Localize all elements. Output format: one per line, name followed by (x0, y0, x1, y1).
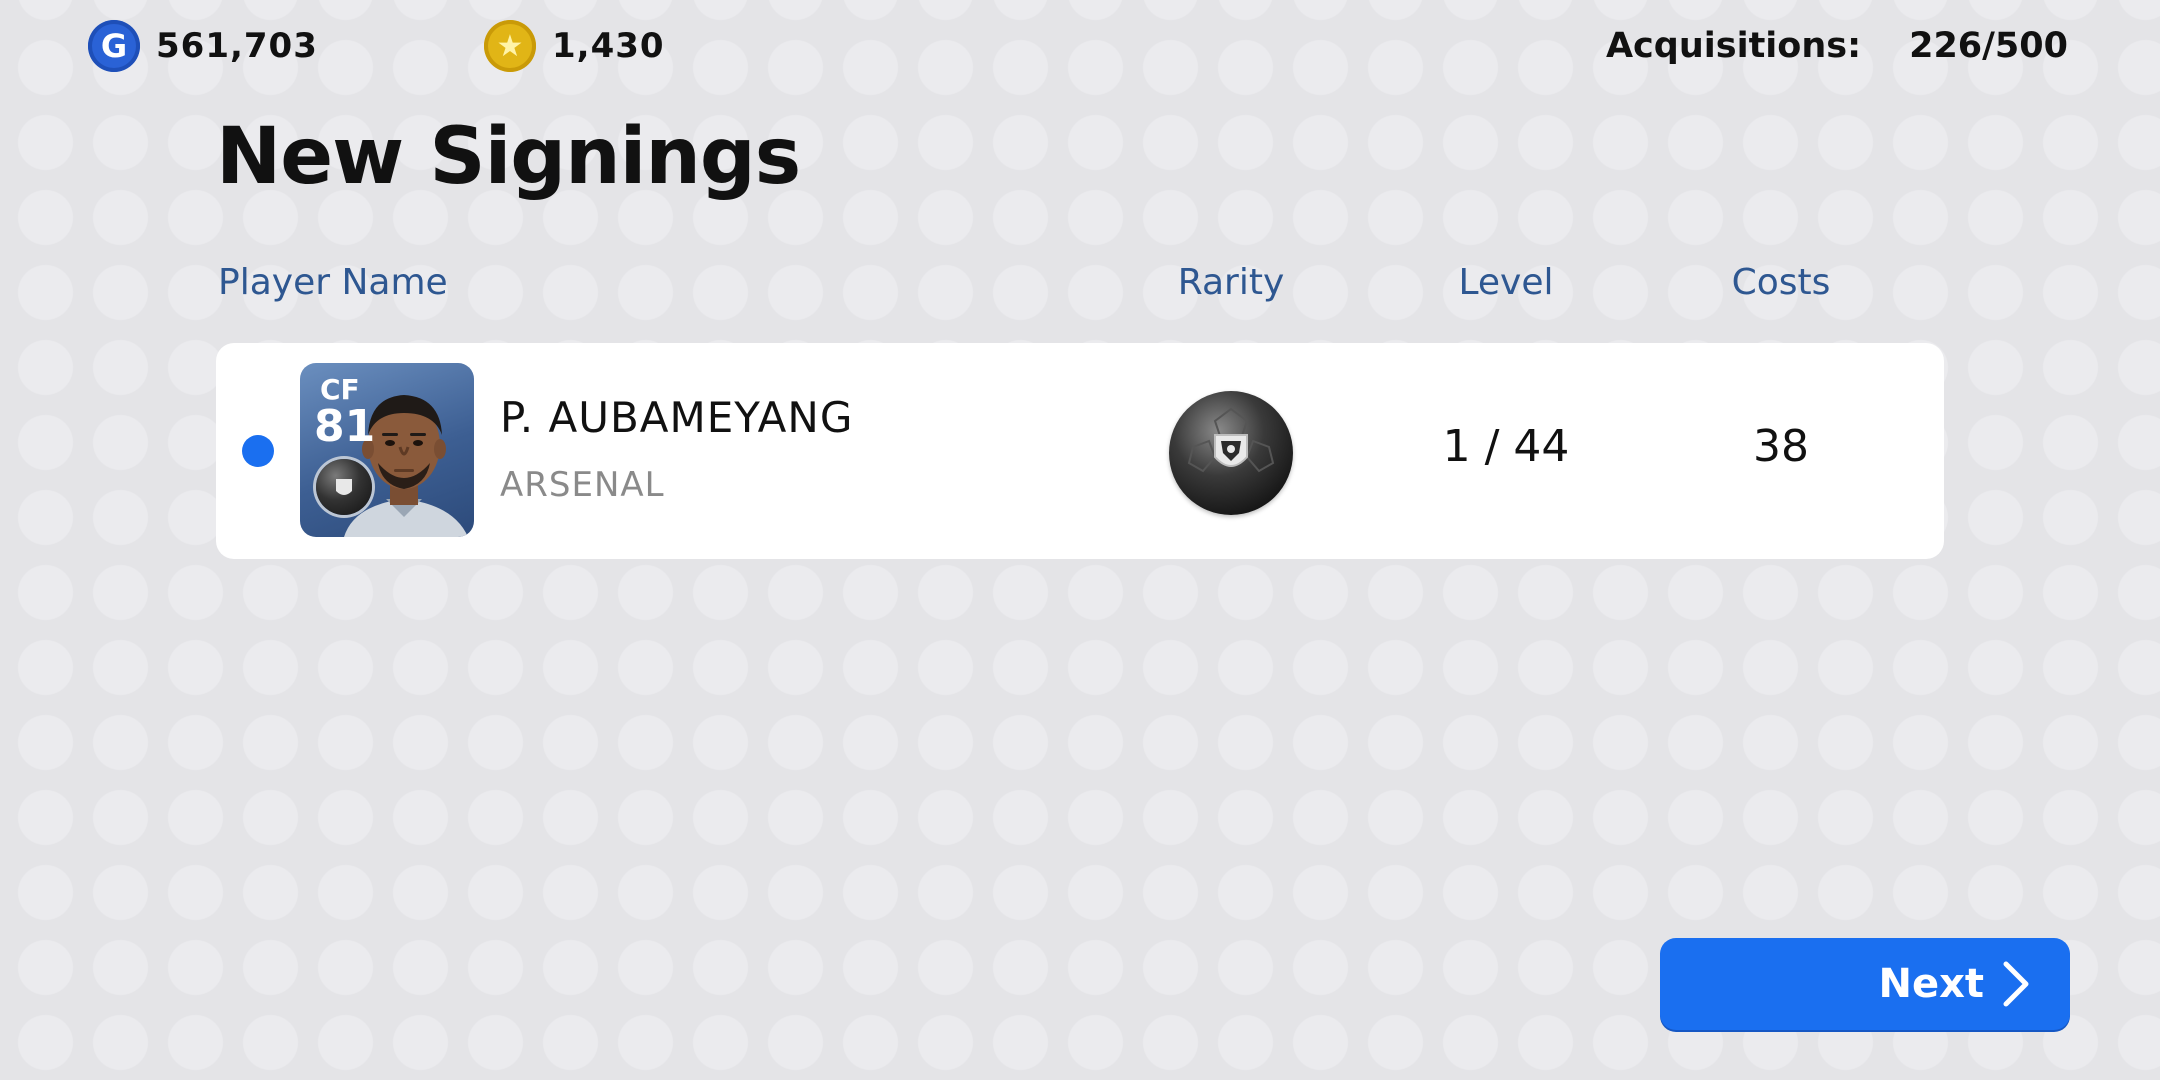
player-row[interactable]: CF 81 P. AUBAMEYANG ARSENAL 1 / 44 38 (216, 343, 1944, 559)
next-button-label: Next (1878, 961, 1984, 1007)
player-card[interactable]: CF 81 (300, 363, 474, 537)
column-header-rarity: Rarity (1177, 262, 1285, 303)
player-level-value: 1 / 44 (1442, 421, 1570, 472)
acquisitions-value: 226/500 (1909, 26, 2068, 66)
gp-balance: G 561,703 (88, 18, 318, 74)
page-title: New Signings (216, 112, 801, 202)
star-coin-icon: ★ (484, 20, 536, 72)
new-indicator-dot (242, 435, 274, 467)
coin-balance: ★ 1,430 (484, 18, 665, 74)
chevron-right-icon (2003, 961, 2029, 1007)
card-rarity-ball-icon (316, 459, 372, 515)
player-rating: 81 (314, 401, 376, 452)
gp-balance-value: 561,703 (156, 26, 318, 66)
player-costs-value: 38 (1753, 421, 1809, 472)
player-club: ARSENAL (500, 465, 665, 505)
column-header-player-name: Player Name (218, 262, 448, 303)
black-ball-icon (1169, 391, 1293, 515)
acquisitions-counter: Acquisitions: 226/500 (1606, 18, 2068, 74)
coin-balance-value: 1,430 (552, 26, 665, 66)
column-header-costs: Costs (1731, 262, 1831, 303)
player-name: P. AUBAMEYANG (500, 393, 854, 442)
column-header-level: Level (1458, 262, 1554, 303)
acquisitions-label: Acquisitions: (1605, 26, 1862, 66)
gp-coin-icon: G (88, 20, 140, 72)
next-button[interactable]: Next (1660, 938, 2070, 1030)
